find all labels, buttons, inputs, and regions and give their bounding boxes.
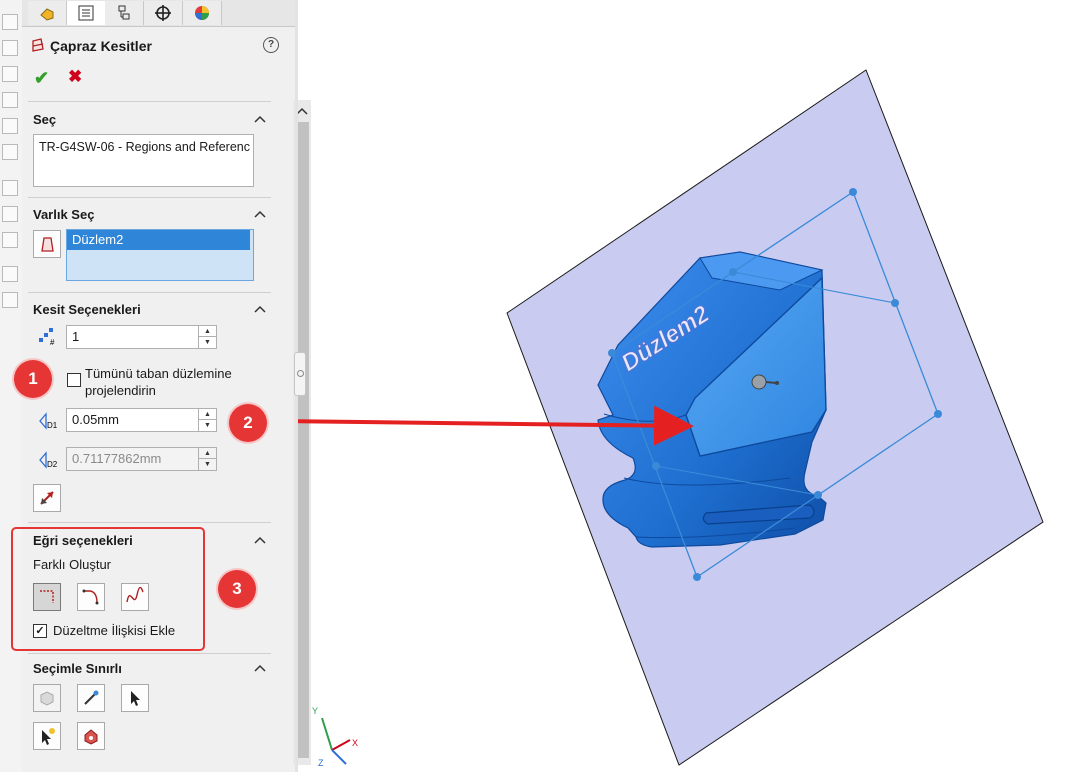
axis-y-label: Y [312,706,318,716]
svg-text:#: # [50,338,55,346]
project-all-checkbox[interactable] [67,373,81,387]
chevron-up-icon[interactable] [254,209,266,219]
stepper-down-arrow-icon: ▼ [204,460,211,468]
section-count-stepper[interactable]: 1 ▲ ▼ [66,325,217,349]
tool-icon[interactable] [2,180,18,196]
svg-text:D1: D1 [47,421,58,430]
divider [28,522,271,523]
dimxpert-icon [155,5,171,21]
view-cube-icon[interactable] [2,14,18,30]
plane-select-button[interactable] [33,230,61,258]
view-cube-icon[interactable] [2,118,18,134]
reverse-direction-icon [40,491,54,505]
divider [28,101,271,102]
display-manager-icon [195,6,209,20]
graphics-viewport[interactable]: Düzlem2 Y X Z [298,0,1065,772]
stepper-up-arrow-icon: ▲ [199,448,216,459]
pointer-icon [131,691,140,706]
feature-manager-icon [40,8,54,21]
reverse-direction-button[interactable] [33,484,61,512]
body-icon [40,691,54,706]
tab-feature-manager[interactable] [28,1,67,25]
chevron-up-icon[interactable] [254,304,266,314]
view-cube-icon[interactable] [2,66,18,82]
tab-display-manager[interactable] [183,1,222,25]
view-cube-icon[interactable] [2,144,18,160]
chevron-up-icon[interactable] [254,663,266,673]
select-list[interactable]: TR-G4SW-06 - Regions and Referenc [33,134,254,187]
offset-d2-icon: D2 [39,451,58,469]
entity-list-item[interactable]: Düzlem2 [67,230,250,250]
plane-icon [41,237,54,252]
view-cube-icon[interactable] [2,92,18,108]
tool-icon[interactable] [2,266,18,282]
stepper-down-arrow-icon[interactable]: ▼ [199,420,216,430]
project-all-label: Tümünü taban düzlemine projelendirin [85,366,232,398]
panel-tab-bar [22,0,295,27]
divider [28,653,271,654]
select-section-button[interactable] [77,722,105,750]
cross-section-icon [32,38,44,52]
section-cube-icon [84,729,98,745]
select-list-item[interactable]: TR-G4SW-06 - Regions and Referenc [39,140,251,154]
select-body-button [33,684,61,712]
configuration-manager-icon [118,5,130,20]
divider [28,197,271,198]
tab-property-manager[interactable] [66,1,106,25]
entity-list[interactable]: Düzlem2 [66,229,254,281]
model-view[interactable]: Düzlem2 Y X Z [298,0,1065,772]
tab-dimxpert[interactable] [144,1,183,25]
chevron-up-icon[interactable] [254,535,266,545]
select-pointer-button[interactable] [121,684,149,712]
axis-x-label: X [352,738,358,748]
stepper-up-arrow-icon[interactable]: ▲ [199,409,216,420]
section-count-value: 1 [72,329,80,344]
offset-d1-icon: D1 [39,412,58,430]
divider [28,292,271,293]
section-count-icon: # [39,328,55,346]
axis-triad: Y X Z [312,706,358,768]
stepper-up-arrow-icon[interactable]: ▲ [199,326,216,337]
tool-icon[interactable] [2,232,18,248]
help-button[interactable]: ? [263,37,279,53]
offset-d1-value: 0.05mm [72,412,119,427]
magic-wand-icon [84,690,99,705]
section-title-section-options: Kesit Seçenekleri [33,302,141,317]
offset-d2-value: 0.71177862mm [72,451,162,466]
stepper-down-arrow-icon[interactable]: ▼ [199,337,216,347]
chevron-up-icon[interactable] [254,114,266,124]
offset-d1-stepper[interactable]: 0.05mm ▲ ▼ [66,408,217,432]
section-title-select: Seç [33,112,57,127]
property-manager-icon [78,5,94,21]
section-title-entity: Varlık Seç [33,207,95,222]
view-cube-icon[interactable] [2,40,18,56]
section-title-selection-limited: Seçimle Sınırlı [33,661,122,676]
pointer-star-icon [42,728,55,745]
offset-d2-stepper: 0.71177862mm ▲ ▼ [66,447,217,471]
callout-marker-3: 3 [218,570,256,608]
curve-options-highlight [11,527,205,651]
axis-z-label: Z [318,758,324,768]
tool-icon[interactable] [2,292,18,308]
ok-button[interactable]: ✔ [34,68,49,89]
tool-icon[interactable] [2,206,18,222]
select-tool-button[interactable] [77,684,105,712]
svg-text:D2: D2 [47,460,58,469]
callout-marker-1: 1 [14,360,52,398]
callout-marker-2: 2 [229,404,267,442]
property-manager-panel: Çapraz Kesitler ? ✔ ✖ Seç TR-G4SW-06 - R… [22,0,311,772]
tab-configuration-manager[interactable] [105,1,144,25]
page-title: Çapraz Kesitler [50,38,152,54]
select-new-button[interactable] [33,722,61,750]
cancel-button[interactable]: ✖ [68,67,82,87]
